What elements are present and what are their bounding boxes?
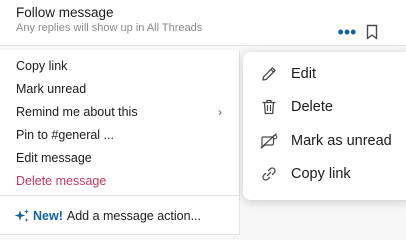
new-badge: New!	[33, 209, 63, 223]
follow-message-title: Follow message	[16, 5, 114, 20]
menu-item-label: Edit message	[16, 151, 92, 165]
menu-item-label: Delete message	[16, 174, 107, 188]
popup-item-edit[interactable]: Edit	[243, 59, 406, 89]
popup-item-label: Mark as unread	[291, 133, 392, 149]
message-context-menu: Copy link Mark unread Remind me about th…	[0, 50, 240, 235]
message-actions-popup: Edit Delete Mark as unread Copy link	[243, 52, 406, 200]
sparkle-icon	[14, 208, 30, 224]
menu-item-label: Copy link	[16, 59, 68, 73]
popup-item-mark-as-unread[interactable]: Mark as unread	[243, 126, 406, 156]
menu-item-edit-message[interactable]: Edit message	[16, 147, 226, 169]
popup-item-delete[interactable]: Delete	[243, 92, 406, 122]
menu-item-delete-message[interactable]: Delete message	[16, 170, 226, 192]
menu-item-mark-unread[interactable]: Mark unread	[16, 78, 226, 100]
popup-item-copy-link[interactable]: Copy link	[243, 159, 406, 189]
add-message-action-button[interactable]: New! Add a message action...	[14, 206, 201, 226]
popup-item-label: Delete	[291, 99, 333, 115]
popup-item-label: Edit	[291, 66, 316, 82]
menu-item-pin[interactable]: Pin to #general ...	[16, 124, 226, 146]
more-actions-icon: •••	[337, 22, 357, 42]
menu-item-copy-link[interactable]: Copy link	[16, 55, 226, 77]
unread-icon	[259, 131, 279, 151]
menu-item-label: Remind me about this	[16, 105, 138, 119]
menu-item-label: Pin to #general ...	[16, 128, 114, 142]
popup-item-label: Copy link	[291, 166, 351, 182]
more-actions-button[interactable]: •••	[333, 22, 361, 42]
add-message-action-label: Add a message action...	[66, 209, 201, 223]
link-icon	[259, 164, 279, 184]
bookmark-icon	[366, 24, 378, 40]
follow-message-row[interactable]: Follow message Any replies will show up …	[0, 0, 406, 46]
trash-icon	[259, 97, 279, 117]
bookmark-button[interactable]	[362, 20, 382, 44]
chevron-right-icon: ›	[218, 105, 222, 119]
screen: Follow message Any replies will show up …	[0, 0, 406, 240]
menu-divider	[0, 195, 240, 196]
menu-item-label: Mark unread	[16, 82, 87, 96]
pencil-icon	[259, 64, 279, 84]
menu-item-remind-me[interactable]: Remind me about this ›	[16, 101, 226, 123]
follow-message-subtitle: Any replies will show up in All Threads	[16, 22, 203, 34]
